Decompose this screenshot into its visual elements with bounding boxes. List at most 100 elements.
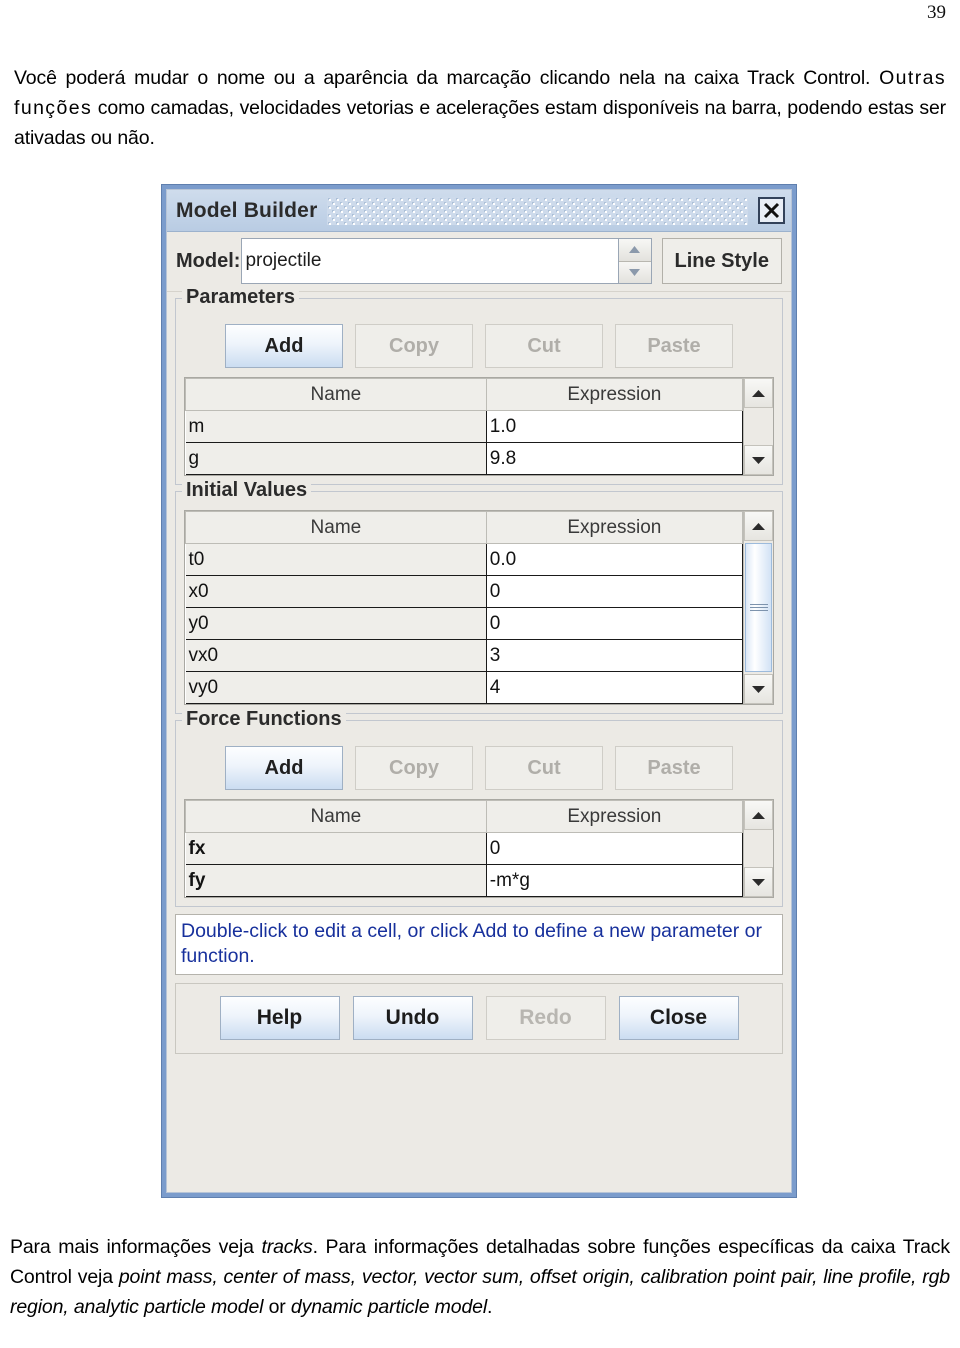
- force-functions-group: Force Functions Add Copy Cut Paste Name …: [175, 708, 783, 907]
- model-label: Model:: [176, 249, 241, 272]
- table-header-row: Name Expression: [185, 800, 744, 833]
- cell-name[interactable]: y0: [185, 607, 487, 640]
- table-row[interactable]: g 9.8: [185, 442, 744, 475]
- column-header-name[interactable]: Name: [185, 511, 487, 544]
- model-spinner-arrows: [617, 238, 652, 284]
- model-builder-dialog: Model Builder Model: projectile Line Sty…: [161, 184, 797, 1198]
- parameters-toolbar: Add Copy Cut Paste: [184, 324, 774, 368]
- close-icon[interactable]: [758, 197, 785, 224]
- triangle-down-icon[interactable]: [618, 261, 651, 283]
- dialog-title: Model Builder: [176, 198, 318, 222]
- cell-expression[interactable]: 1.0: [485, 410, 744, 443]
- cell-expression[interactable]: 0: [485, 607, 744, 640]
- table-row[interactable]: fy -m*g: [185, 864, 744, 897]
- parameters-group: Parameters Add Copy Cut Paste Name Expre…: [175, 286, 783, 485]
- scrollbar-grip-icon: [749, 602, 768, 613]
- cell-expression[interactable]: 0: [485, 832, 744, 865]
- intro-line-1: Você poderá mudar o nome ou a aparência …: [14, 67, 795, 89]
- table-row[interactable]: vx0 3: [185, 639, 744, 672]
- parameters-group-title: Parameters: [182, 286, 299, 309]
- force-functions-group-title: Force Functions: [182, 708, 346, 731]
- dialog-titlebar[interactable]: Model Builder: [167, 190, 791, 232]
- table-row[interactable]: x0 0: [185, 575, 744, 608]
- intro-line-2a: Control.: [803, 67, 871, 89]
- force-functions-copy-button[interactable]: Copy: [355, 746, 473, 790]
- column-header-expression[interactable]: Expression: [485, 378, 744, 411]
- close-button[interactable]: Close: [618, 996, 739, 1040]
- scroll-down-icon[interactable]: [744, 674, 773, 704]
- cell-name[interactable]: fy: [185, 864, 487, 897]
- parameters-table: Name Expression m 1.0 g 9.8: [185, 378, 744, 475]
- cell-name[interactable]: vx0: [185, 639, 487, 672]
- triangle-up-icon[interactable]: [618, 239, 651, 262]
- table-row[interactable]: vy0 4: [185, 671, 744, 704]
- cell-expression[interactable]: 3: [485, 639, 744, 672]
- parameters-copy-button[interactable]: Copy: [355, 324, 473, 368]
- ref-link-tracks: tracks: [261, 1236, 313, 1258]
- ref-link-dynamic: dynamic particle model: [290, 1296, 488, 1318]
- force-functions-cut-button[interactable]: Cut: [485, 746, 603, 790]
- force-functions-add-button[interactable]: Add: [225, 746, 343, 790]
- cell-name[interactable]: m: [185, 410, 487, 443]
- table-row[interactable]: fx 0: [185, 832, 744, 865]
- cell-expression[interactable]: -m*g: [485, 864, 744, 897]
- parameters-add-button[interactable]: Add: [225, 324, 343, 368]
- initial-values-group: Initial Values Name Expression t0 0.0 x0…: [175, 479, 783, 714]
- line-style-button[interactable]: Line Style: [661, 238, 782, 284]
- initial-values-table-wrapper: Name Expression t0 0.0 x0 0 y0 0 vx0 3 v…: [184, 510, 774, 705]
- scroll-up-icon[interactable]: [744, 800, 773, 830]
- cell-expression[interactable]: 0.0: [485, 543, 744, 576]
- table-row[interactable]: y0 0: [185, 607, 744, 640]
- parameters-table-wrapper: Name Expression m 1.0 g 9.8: [184, 377, 774, 476]
- ref-text-1: Para mais informações veja: [10, 1236, 262, 1258]
- force-functions-table-wrapper: Name Expression fx 0 fy -m*g: [184, 799, 774, 898]
- titlebar-texture: [327, 196, 748, 225]
- model-selector-row: Model: projectile Line Style: [167, 232, 791, 292]
- ref-text-4: .: [487, 1296, 493, 1318]
- column-header-name[interactable]: Name: [185, 800, 487, 833]
- column-header-expression[interactable]: Expression: [485, 511, 744, 544]
- initial-values-scrollbar[interactable]: [743, 511, 773, 704]
- scrollbar-track[interactable]: [744, 830, 773, 867]
- intro-paragraph: Você poderá mudar o nome ou a aparência …: [14, 63, 946, 153]
- cell-name[interactable]: g: [185, 442, 487, 475]
- cell-name[interactable]: fx: [185, 832, 487, 865]
- initial-values-group-title: Initial Values: [182, 479, 312, 502]
- help-button[interactable]: Help: [219, 996, 340, 1040]
- undo-button[interactable]: Undo: [352, 996, 473, 1040]
- model-spinner[interactable]: projectile: [241, 238, 652, 284]
- column-header-expression[interactable]: Expression: [485, 800, 744, 833]
- scroll-down-icon[interactable]: [744, 867, 773, 897]
- cell-name[interactable]: x0: [185, 575, 487, 608]
- dialog-inner-frame: Model Builder Model: projectile Line Sty…: [166, 189, 792, 1193]
- parameters-paste-button[interactable]: Paste: [615, 324, 733, 368]
- cell-expression[interactable]: 4: [485, 671, 744, 704]
- cell-expression[interactable]: 9.8: [485, 442, 744, 475]
- force-functions-toolbar: Add Copy Cut Paste: [184, 746, 774, 790]
- redo-button[interactable]: Redo: [485, 996, 606, 1040]
- force-functions-paste-button[interactable]: Paste: [615, 746, 733, 790]
- force-functions-table: Name Expression fx 0 fy -m*g: [185, 800, 744, 897]
- scroll-up-icon[interactable]: [744, 511, 773, 541]
- column-header-name[interactable]: Name: [185, 378, 487, 411]
- parameters-scrollbar[interactable]: [743, 378, 773, 475]
- force-functions-scrollbar[interactable]: [743, 800, 773, 897]
- cell-name[interactable]: t0: [185, 543, 487, 576]
- reference-paragraph: Para mais informações veja tracks. Para …: [10, 1232, 950, 1322]
- parameters-cut-button[interactable]: Cut: [485, 324, 603, 368]
- scrollbar-track[interactable]: [744, 408, 773, 445]
- cell-expression[interactable]: 0: [485, 575, 744, 608]
- ref-text-3: or: [263, 1296, 291, 1318]
- model-input[interactable]: projectile: [241, 238, 618, 284]
- intro-line-2c: como camadas, velocidades vetorias e ace…: [97, 97, 598, 119]
- table-header-row: Name Expression: [185, 378, 744, 411]
- table-row[interactable]: m 1.0: [185, 410, 744, 443]
- scroll-down-icon[interactable]: [744, 445, 773, 475]
- dialog-footer: Help Undo Redo Close: [175, 983, 783, 1054]
- cell-name[interactable]: vy0: [185, 671, 487, 704]
- initial-values-table: Name Expression t0 0.0 x0 0 y0 0 vx0 3 v…: [185, 511, 744, 704]
- scrollbar-track[interactable]: [744, 541, 773, 674]
- scrollbar-thumb[interactable]: [745, 543, 772, 672]
- table-row[interactable]: t0 0.0: [185, 543, 744, 576]
- scroll-up-icon[interactable]: [744, 378, 773, 408]
